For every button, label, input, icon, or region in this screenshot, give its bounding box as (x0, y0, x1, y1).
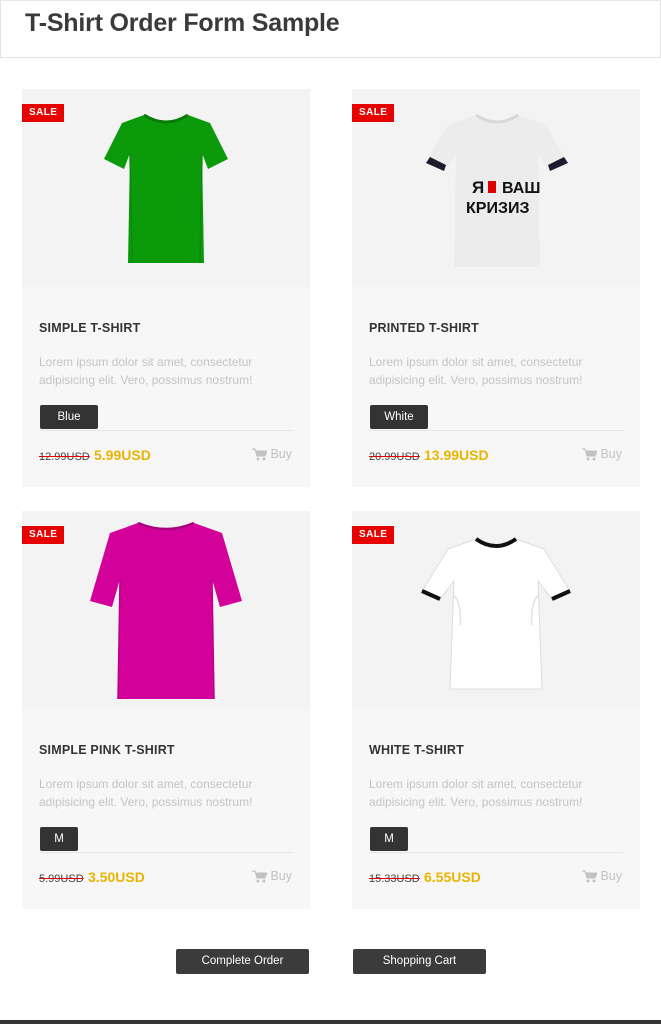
buy-link[interactable]: Buy (252, 447, 292, 461)
pink-tshirt-image (90, 521, 242, 700)
buy-link[interactable]: Buy (252, 869, 292, 883)
option-button[interactable]: Blue (40, 405, 98, 429)
shopping-cart-icon (252, 448, 268, 460)
buy-label: Buy (600, 869, 622, 883)
product-title: SIMPLE T-SHIRT (39, 321, 141, 335)
product-title: SIMPLE PINK T-SHIRT (39, 743, 175, 757)
shopping-cart-button[interactable]: Shopping Cart (353, 949, 486, 974)
product-card-printed-tshirt: Я ВАШ КРИЗИЗ SALE PRINTED T-SHIRT Lorem … (352, 89, 640, 487)
option-button[interactable]: M (370, 827, 408, 851)
option-button[interactable]: White (370, 405, 428, 429)
svg-text:КРИЗИЗ: КРИЗИЗ (466, 200, 529, 217)
new-price: 3.50USD (88, 869, 145, 885)
shopping-cart-icon (582, 448, 598, 460)
product-card-simple-pink-tshirt: SALE SIMPLE PINK T-SHIRT Lorem ipsum dol… (22, 511, 310, 909)
product-title: WHITE T-SHIRT (369, 743, 464, 757)
new-price: 5.99USD (94, 447, 151, 463)
old-price: 5.99USD (39, 873, 84, 885)
svg-text:ВАШ: ВАШ (502, 180, 540, 197)
divider (39, 430, 293, 431)
product-description: Lorem ipsum dolor sit amet, consectetur … (369, 355, 583, 387)
new-price: 13.99USD (424, 447, 489, 463)
white-tshirt-image (421, 537, 571, 690)
product-description: Lorem ipsum dolor sit amet, consectetur … (369, 777, 583, 809)
buy-link[interactable]: Buy (582, 447, 622, 461)
divider (39, 852, 293, 853)
page-title: T-Shirt Order Form Sample (25, 9, 340, 37)
buy-label: Buy (270, 447, 292, 461)
page-header: T-Shirt Order Form Sample (0, 0, 661, 58)
svg-text:Я: Я (472, 178, 484, 197)
divider (369, 852, 623, 853)
product-card-simple-tshirt: SALE SIMPLE T-SHIRT Lorem ipsum dolor si… (22, 89, 310, 487)
bottom-bar (0, 1020, 661, 1024)
complete-order-button[interactable]: Complete Order (176, 949, 309, 974)
product-image (22, 89, 310, 287)
option-button[interactable]: M (40, 827, 78, 851)
sale-badge: SALE (22, 526, 65, 544)
buy-label: Buy (270, 869, 292, 883)
product-title: PRINTED T-SHIRT (369, 321, 479, 335)
shopping-cart-icon (582, 870, 598, 882)
product-description: Lorem ipsum dolor sit amet, consectetur … (39, 355, 253, 387)
printed-tshirt-image: Я ВАШ КРИЗИЗ (426, 113, 568, 267)
buy-label: Buy (600, 447, 622, 461)
sale-badge: SALE (352, 526, 395, 544)
sale-badge: SALE (352, 104, 395, 122)
old-price: 12.99USD (39, 451, 90, 463)
new-price: 6.55USD (424, 869, 481, 885)
green-tshirt-image (104, 113, 228, 264)
old-price: 20.99USD (369, 451, 420, 463)
product-card-white-tshirt: SALE WHITE T-SHIRT Lorem ipsum dolor sit… (352, 511, 640, 909)
shopping-cart-icon (252, 870, 268, 882)
product-description: Lorem ipsum dolor sit amet, consectetur … (39, 777, 253, 809)
product-image (352, 511, 640, 709)
buy-link[interactable]: Buy (582, 869, 622, 883)
sale-badge: SALE (22, 104, 65, 122)
product-image (22, 511, 310, 709)
divider (369, 430, 623, 431)
old-price: 15.33USD (369, 873, 420, 885)
product-image: Я ВАШ КРИЗИЗ (352, 89, 640, 287)
